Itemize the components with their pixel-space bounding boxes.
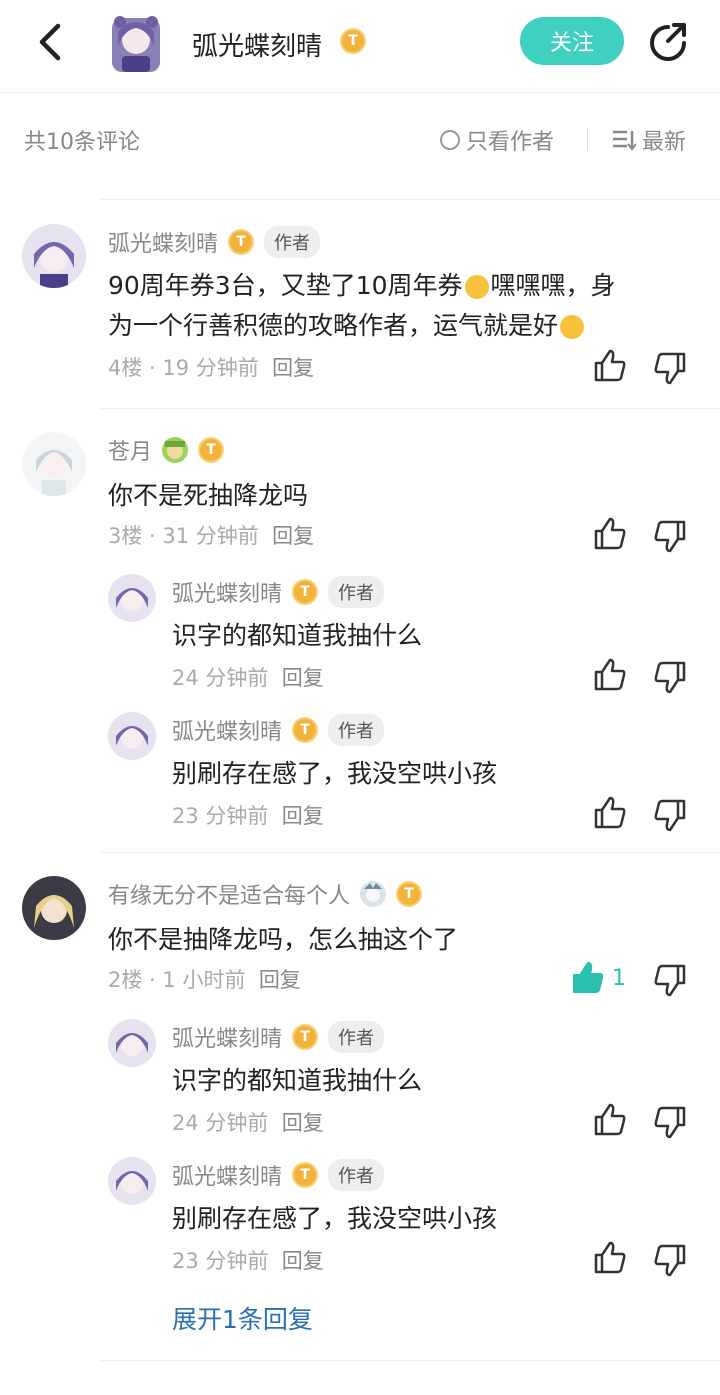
reply-button[interactable]: 回复 <box>282 804 324 828</box>
level-badge: T <box>292 1024 319 1050</box>
avatar[interactable] <box>108 712 156 760</box>
username[interactable]: 弧光蝶刻晴 <box>172 714 282 746</box>
avatar[interactable] <box>108 574 156 622</box>
like-icon[interactable] <box>592 657 628 693</box>
reply-meta: 23 分钟前 回复 <box>172 1249 324 1273</box>
reply-content: 识字的都知道我抽什么 <box>172 1066 423 1095</box>
dislike-icon[interactable] <box>652 962 688 998</box>
avatar[interactable] <box>108 1019 156 1067</box>
share-icon <box>650 23 686 61</box>
reply-content: 别刷存在感了，我没空哄小孩 <box>172 759 498 788</box>
dislike-icon[interactable] <box>652 518 688 554</box>
username[interactable]: 弧光蝶刻晴 <box>108 226 218 258</box>
author-tag: 作者 <box>328 1021 385 1053</box>
level-badge: T <box>228 229 255 255</box>
like-icon[interactable] <box>592 1102 628 1138</box>
comment-meta: 2楼 · 1 小时前 回复 <box>108 968 301 992</box>
divider <box>100 1360 720 1361</box>
username[interactable]: 苍月 <box>108 434 152 466</box>
comment-count: 共10条评论 <box>24 130 140 155</box>
username[interactable]: 有缘无分不是适合每个人 <box>108 878 350 910</box>
divider <box>100 852 720 853</box>
comment-content: 90周年券3台，又垫了10周年券 嘿嘿嘿，身 为一个行善积德的攻略作者，运气就是好 <box>108 271 616 340</box>
dislike-icon[interactable] <box>652 1242 688 1278</box>
comment-meta: 4楼 · 19 分钟前 回复 <box>108 356 315 380</box>
reply-button[interactable]: 回复 <box>282 1249 324 1273</box>
reply-content: 识字的都知道我抽什么 <box>172 621 423 650</box>
username[interactable]: 弧光蝶刻晴 <box>172 1021 282 1053</box>
divider <box>100 199 720 200</box>
dislike-icon[interactable] <box>652 1104 688 1140</box>
reply-content: 别刷存在感了，我没空哄小孩 <box>172 1204 498 1233</box>
level-badge: T <box>292 1162 319 1188</box>
comment-content: 你不是死抽降龙吗 <box>108 481 309 510</box>
reply-header: 弧光蝶刻晴 T 作者 <box>172 576 385 608</box>
emoji-icon <box>464 275 489 299</box>
like-icon[interactable] <box>592 1240 628 1276</box>
username[interactable]: 弧光蝶刻晴 <box>172 1159 282 1191</box>
comment-content: 你不是抽降龙吗，怎么抽这个了 <box>108 925 459 954</box>
avatar-frame-icon <box>360 881 387 907</box>
reply-button[interactable]: 回复 <box>272 356 314 380</box>
level-badge: T <box>292 717 319 743</box>
author-avatar[interactable] <box>108 12 164 74</box>
comment-header: 弧光蝶刻晴 T 作者 <box>108 226 321 258</box>
reply-meta: 24 分钟前 回复 <box>172 666 324 690</box>
level-badge: T <box>198 437 225 463</box>
reply-header: 弧光蝶刻晴 T 作者 <box>172 1159 385 1191</box>
dislike-icon[interactable] <box>652 797 688 833</box>
avatar-frame-icon <box>162 437 189 463</box>
emoji-icon <box>560 315 585 339</box>
level-badge: T <box>340 28 366 54</box>
author-tag: 作者 <box>328 1159 385 1191</box>
dislike-icon[interactable] <box>652 659 688 695</box>
share-button[interactable] <box>644 19 692 67</box>
like-count: 1 <box>612 965 626 991</box>
avatar[interactable] <box>22 224 86 288</box>
reply-meta: 24 分钟前 回复 <box>172 1111 324 1135</box>
author-tag: 作者 <box>328 714 385 746</box>
chevron-left-icon <box>39 23 61 61</box>
header-divider <box>0 92 720 93</box>
author-tag: 作者 <box>328 576 385 608</box>
filter-separator <box>587 128 588 150</box>
like-icon[interactable] <box>592 348 628 384</box>
sort-icon <box>613 130 636 151</box>
radio-icon <box>440 130 460 150</box>
like-button-active[interactable]: 1 <box>570 960 626 996</box>
reply-meta: 23 分钟前 回复 <box>172 804 324 828</box>
author-name: 弧光蝶刻晴 <box>192 32 323 62</box>
comment-meta: 3楼 · 31 分钟前 回复 <box>108 524 315 548</box>
dislike-icon[interactable] <box>652 350 688 386</box>
level-badge: T <box>396 881 423 907</box>
back-button[interactable] <box>28 18 76 66</box>
reply-button[interactable]: 回复 <box>259 968 301 992</box>
username[interactable]: 弧光蝶刻晴 <box>172 576 282 608</box>
reply-header: 弧光蝶刻晴 T 作者 <box>172 714 385 746</box>
divider <box>100 408 720 409</box>
reply-button[interactable]: 回复 <box>272 524 314 548</box>
follow-button[interactable]: 关注 <box>520 17 624 65</box>
expand-replies-link[interactable]: 展开1条回复 <box>172 1300 313 1336</box>
level-badge: T <box>292 579 319 605</box>
like-icon[interactable] <box>592 516 628 552</box>
reply-header: 弧光蝶刻晴 T 作者 <box>172 1021 385 1053</box>
reply-button[interactable]: 回复 <box>282 1111 324 1135</box>
like-icon <box>573 962 604 993</box>
only-author-toggle[interactable]: 只看作者 <box>440 124 554 156</box>
sort-toggle[interactable]: 最新 <box>612 124 686 156</box>
comment-header: 有缘无分不是适合每个人 T <box>108 878 423 910</box>
reply-button[interactable]: 回复 <box>282 666 324 690</box>
avatar[interactable] <box>108 1157 156 1205</box>
like-icon[interactable] <box>592 795 628 831</box>
author-tag: 作者 <box>264 226 321 258</box>
avatar[interactable] <box>22 876 86 940</box>
comment-header: 苍月 T <box>108 434 225 466</box>
avatar[interactable] <box>22 432 86 496</box>
